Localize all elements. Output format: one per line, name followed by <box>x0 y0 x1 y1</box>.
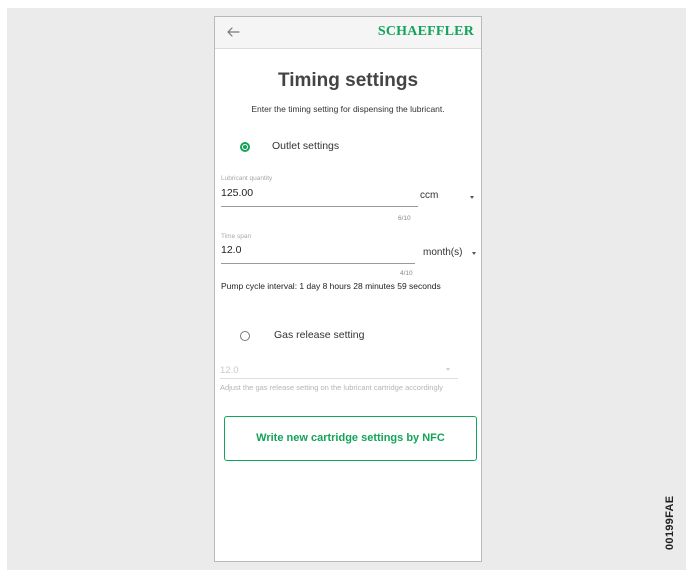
gas-release-input: 12.0 <box>220 365 239 376</box>
gas-release-radio[interactable] <box>240 331 250 341</box>
lubricant-quantity-input[interactable]: 125.00 <box>221 187 253 199</box>
gas-release-hint: Adjust the gas release setting on the lu… <box>220 383 444 392</box>
pump-cycle-interval-text: Pump cycle interval: 1 day 8 hours 28 mi… <box>221 281 441 291</box>
time-span-underline <box>221 263 415 264</box>
gas-release-label: Gas release setting <box>274 329 365 341</box>
arrow-left-icon[interactable] <box>226 25 240 39</box>
time-span-counter: 4/10 <box>400 270 413 277</box>
chevron-down-icon[interactable] <box>472 252 476 255</box>
outlet-settings-label: Outlet settings <box>272 140 340 152</box>
chevron-down-icon <box>446 368 450 371</box>
time-span-unit-select[interactable]: month(s) <box>423 247 462 258</box>
page-subtitle: Enter the timing setting for dispensing … <box>251 104 445 114</box>
lubricant-quantity-counter: 6/10 <box>398 215 411 222</box>
brand-logo: SCHAEFFLER <box>377 24 474 39</box>
time-span-input[interactable]: 12.0 <box>221 244 241 256</box>
lubricant-quantity-label: Lubricant quantity <box>221 175 273 182</box>
outlet-settings-radio[interactable] <box>240 142 250 152</box>
write-nfc-button-label: Write new cartridge settings by NFC <box>256 432 445 444</box>
page-title: Timing settings <box>277 70 419 91</box>
phone-screen: SCHAEFFLER Timing settings Enter the tim… <box>214 16 482 562</box>
figure-id: 00199FAE <box>664 495 676 550</box>
lubricant-quantity-unit-select[interactable]: ccm <box>420 190 438 201</box>
time-span-label: Time span <box>221 233 252 240</box>
app-bar: SCHAEFFLER <box>215 17 481 49</box>
gas-release-underline <box>220 378 458 379</box>
write-nfc-button[interactable]: Write new cartridge settings by NFC <box>224 416 477 461</box>
chevron-down-icon[interactable] <box>470 196 474 199</box>
lubricant-quantity-underline <box>221 206 418 207</box>
